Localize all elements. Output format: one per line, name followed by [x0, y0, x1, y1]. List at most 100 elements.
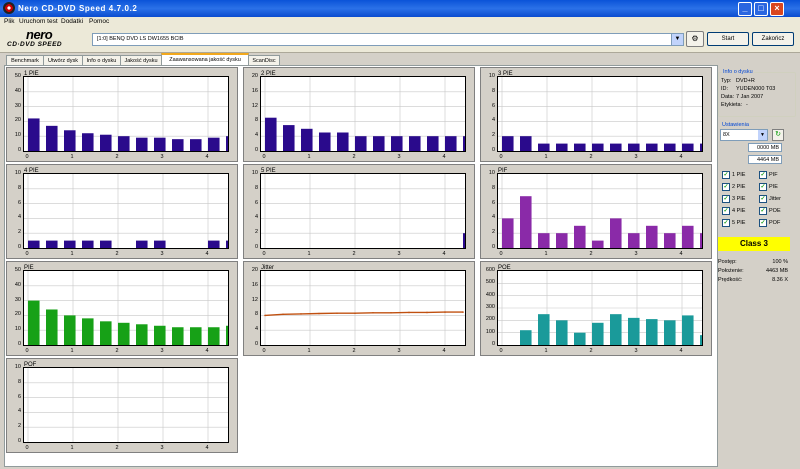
- close-app-button[interactable]: Zakończ: [752, 32, 794, 46]
- x-tick-label: 3: [397, 251, 401, 257]
- checkbox-box[interactable]: ✓: [759, 171, 767, 179]
- y-tick-label: 40: [14, 87, 21, 94]
- chart-plot: [497, 270, 703, 346]
- chart-svg: [24, 174, 228, 248]
- data-bar: [319, 132, 331, 151]
- disc-info-heading: Info o dysku: [722, 69, 754, 75]
- data-point: [282, 313, 284, 316]
- data-bar: [46, 240, 58, 248]
- menu-run-test[interactable]: Uruchom test: [19, 17, 58, 27]
- checkbox-pof[interactable]: ✓ POF: [759, 219, 780, 227]
- data-bar: [592, 322, 604, 345]
- x-tick-label: 4: [679, 154, 683, 160]
- data-bar: [646, 225, 658, 248]
- y-tick-label: 4: [254, 326, 258, 333]
- drive-select[interactable]: [1:0] BENQ DVD LS DW1655 BCIB ▼: [92, 33, 684, 46]
- checkbox-pie4[interactable]: ✓ 4 PIE: [722, 207, 745, 215]
- y-tick-label: 10: [488, 170, 495, 176]
- x-tick-label: 2: [115, 251, 119, 257]
- refresh-icon[interactable]: ↻: [772, 129, 784, 141]
- data-bar: [100, 321, 112, 345]
- data-bar: [301, 128, 313, 151]
- chart-plot: [23, 367, 229, 443]
- start-position-field[interactable]: 0000 MB: [748, 143, 782, 152]
- data-bar: [628, 143, 640, 151]
- checkbox-pie2[interactable]: ✓ 2 PIE: [722, 183, 745, 191]
- data-bar: [28, 118, 40, 151]
- data-bar: [427, 136, 439, 151]
- data-bar: [664, 320, 676, 345]
- y-tick-label: 16: [251, 281, 258, 288]
- y-tick-label: 4: [254, 132, 258, 139]
- x-tick-label: 4: [442, 154, 446, 160]
- data-bar: [154, 240, 166, 248]
- checkbox-pie1[interactable]: ✓ 1 PIE: [722, 171, 745, 179]
- x-tick-label: 3: [634, 154, 638, 160]
- y-tick-label: 400: [485, 291, 495, 298]
- start-button[interactable]: Start: [707, 32, 749, 46]
- data-bar: [154, 137, 166, 151]
- x-tick-label: 1: [70, 348, 74, 354]
- y-tick-label: 12: [251, 102, 258, 109]
- checkbox-box[interactable]: ✓: [759, 219, 767, 227]
- y-tick-label: 0: [17, 244, 21, 250]
- data-bar: [664, 233, 676, 248]
- chart-svg: [498, 77, 702, 151]
- checkbox-poe[interactable]: ✓ POE: [759, 207, 781, 215]
- checkbox-box[interactable]: ✓: [759, 195, 767, 203]
- data-bar: [208, 327, 220, 345]
- data-bar: [592, 240, 604, 248]
- chart-svg: [24, 271, 228, 345]
- minimize-icon[interactable]: _: [738, 2, 752, 16]
- checkbox-pie5[interactable]: ✓ 5 PIE: [722, 219, 745, 227]
- checkbox-box[interactable]: ✓: [722, 171, 730, 179]
- cd-dvd-speed-logo: CD·DVD SPEED: [7, 41, 63, 48]
- chevron-down-icon[interactable]: ▼: [758, 130, 767, 140]
- chevron-down-icon[interactable]: ▼: [671, 34, 683, 45]
- menu-extras[interactable]: Dodatki: [61, 17, 83, 27]
- data-bar: [190, 327, 202, 345]
- checkbox-box[interactable]: ✓: [759, 183, 767, 191]
- x-tick-label: 4: [442, 348, 446, 354]
- data-bar: [172, 327, 184, 345]
- checkbox-box[interactable]: ✓: [722, 207, 730, 215]
- disc-info-icon[interactable]: ⚙: [686, 31, 704, 47]
- data-bar: [502, 218, 514, 248]
- menu-help[interactable]: Pomoc: [89, 17, 109, 27]
- nero-logo: nero: [26, 27, 53, 42]
- data-bar: [574, 332, 586, 345]
- y-tick-label: 200: [485, 316, 495, 323]
- data-bar: [628, 233, 640, 248]
- end-position-field[interactable]: 4464 MB: [748, 155, 782, 164]
- speed-select[interactable]: 8X ▼: [720, 129, 768, 141]
- drive-select-value: [1:0] BENQ DVD LS DW1655 BCIB: [97, 36, 184, 42]
- data-bar: [682, 315, 694, 345]
- checkbox-box[interactable]: ✓: [722, 183, 730, 191]
- x-tick-label: 0: [499, 154, 503, 160]
- maximize-icon[interactable]: □: [754, 2, 768, 16]
- chart-panel: 1 PIE 50 40 30 20 10 0 0 1 2 3 4: [6, 67, 238, 162]
- close-icon[interactable]: ×: [770, 2, 784, 16]
- data-bar: [538, 233, 550, 248]
- y-tick-label: 6: [491, 199, 495, 206]
- menu-file[interactable]: Plik: [4, 17, 14, 27]
- x-tick-label: 1: [70, 251, 74, 257]
- checkbox-box[interactable]: ✓: [759, 207, 767, 215]
- x-tick-label: 4: [442, 251, 446, 257]
- checkbox-pie3[interactable]: ✓ 3 PIE: [722, 195, 745, 203]
- checkbox-pif[interactable]: ✓ PIF: [759, 171, 778, 179]
- data-bar: [118, 322, 130, 345]
- x-tick-label: 3: [160, 348, 164, 354]
- data-bar: [226, 325, 228, 345]
- checkbox-box[interactable]: ✓: [722, 219, 730, 227]
- y-tick-label: 30: [14, 102, 21, 109]
- checkbox-box[interactable]: ✓: [722, 195, 730, 203]
- data-bar: [592, 143, 604, 151]
- x-tick-label: 2: [352, 348, 356, 354]
- checkbox-pie[interactable]: ✓ PIE: [759, 183, 778, 191]
- checkbox-jitter[interactable]: ✓ Jitter: [759, 195, 781, 203]
- y-tick-label: 20: [14, 311, 21, 318]
- y-tick-label: 10: [488, 73, 495, 79]
- data-bar: [283, 125, 295, 151]
- y-tick-label: 50: [14, 267, 21, 273]
